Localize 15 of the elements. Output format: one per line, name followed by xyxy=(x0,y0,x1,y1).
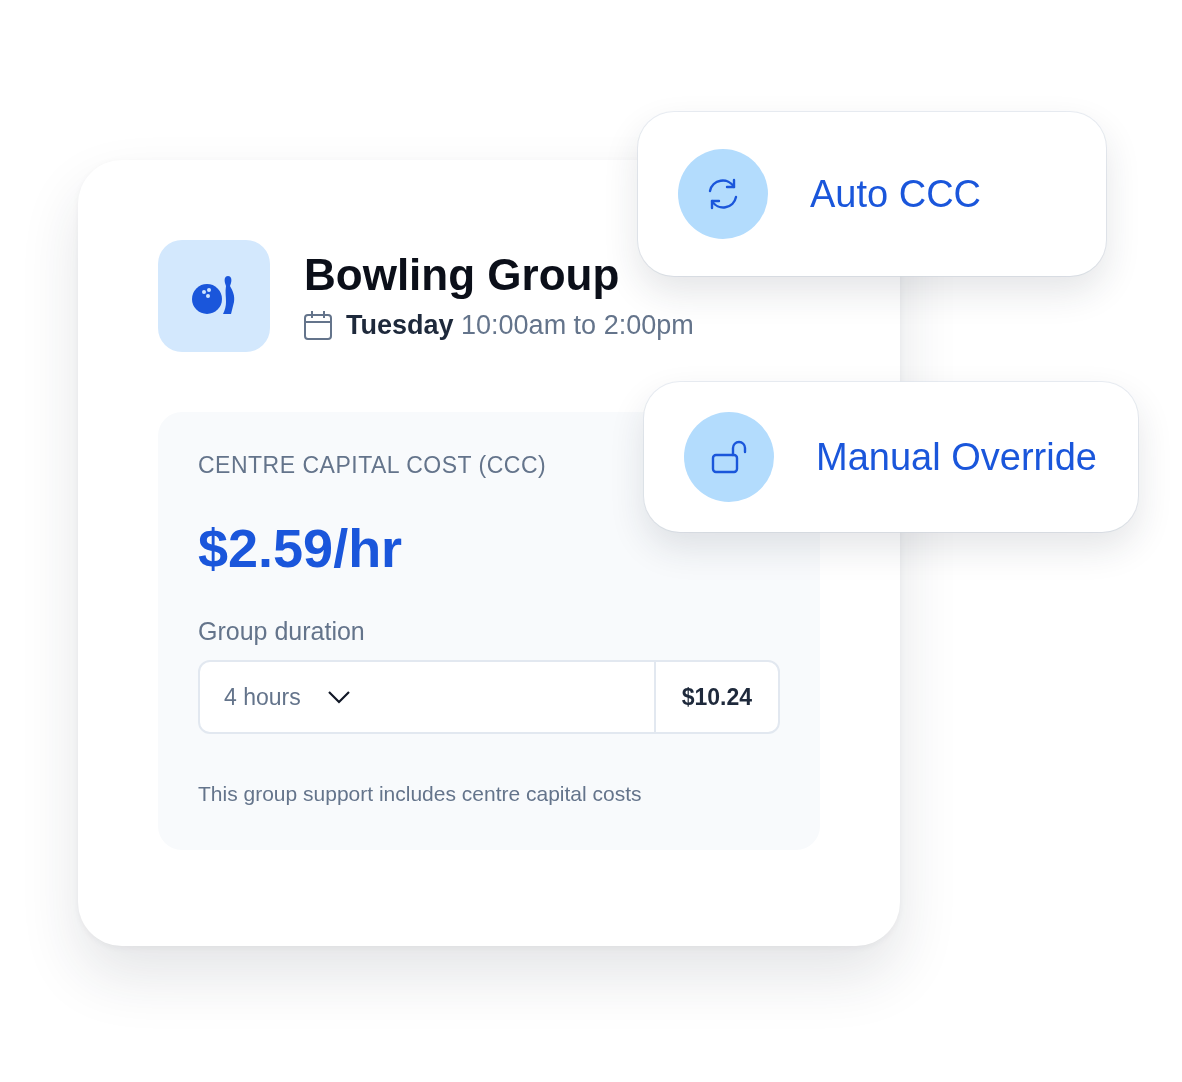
duration-dropdown[interactable]: 4 hours xyxy=(200,662,656,732)
schedule-text: Tuesday 10:00am to 2:00pm xyxy=(346,309,694,341)
mode-toast[interactable]: Manual Override xyxy=(644,382,1138,532)
duration-label: Group duration xyxy=(198,617,366,646)
rate-text: $2.59/hr xyxy=(198,517,404,579)
note-text: This group support includes centre capital costs xyxy=(198,782,643,806)
mode-label: Auto CCC xyxy=(810,172,982,216)
caret-icon xyxy=(326,690,351,704)
mode-toast[interactable]: Auto CCC xyxy=(638,112,1106,276)
mode-label: Manual Override xyxy=(816,435,1097,479)
group-title: Bowling Group xyxy=(304,251,621,300)
amount-text: $10.24 xyxy=(680,682,753,712)
bowling-icon xyxy=(158,240,270,352)
cost-label: CENTRE CAPITAL COST (CCC) xyxy=(198,452,548,479)
calendar-icon xyxy=(304,310,332,341)
